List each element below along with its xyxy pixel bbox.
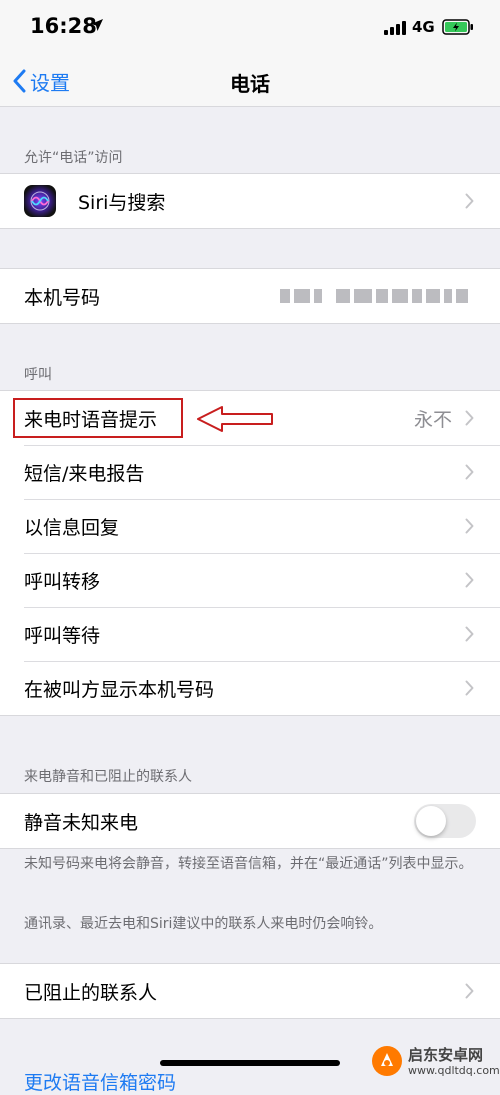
chevron-right-icon (465, 572, 474, 588)
siri-icon (24, 185, 56, 217)
announce-calls-value: 永不 (413, 408, 452, 431)
call-forwarding-label: 呼叫转移 (24, 570, 101, 593)
section-header-calls: 呼叫 (24, 367, 52, 383)
battery-charging-icon (442, 19, 473, 35)
silence-unknown-row: 静音未知来电 (0, 794, 500, 848)
call-waiting-row[interactable]: 呼叫等待 (0, 607, 500, 661)
group-blocked: 已阻止的联系人 (0, 963, 500, 1019)
silence-footnote-1: 未知号码来电将会静音，转接至语音信箱，并在“最近通话”列表中显示。 (24, 856, 473, 872)
chevron-right-icon (465, 464, 474, 480)
status-bar: 16:28 4G (0, 0, 500, 56)
blocked-contacts-row[interactable]: 已阻止的联系人 (0, 964, 500, 1018)
chevron-right-icon (465, 193, 474, 209)
watermark-logo-icon (372, 1046, 402, 1076)
location-arrow-icon (91, 19, 103, 31)
chevron-right-icon (465, 518, 474, 534)
show-caller-id-label: 在被叫方显示本机号码 (24, 678, 215, 701)
chevron-right-icon (465, 626, 474, 642)
chevron-right-icon (465, 410, 474, 426)
navigation-bar: 设置 电话 (0, 56, 500, 107)
chevron-right-icon (465, 680, 474, 696)
blocked-contacts-label: 已阻止的联系人 (24, 981, 158, 1004)
toggle-knob (416, 806, 446, 836)
chevron-right-icon (465, 983, 474, 999)
group-calls: 来电时语音提示 永不 短信/来电报告 以信息回复 呼叫转移 呼叫等待 在被叫方显… (0, 390, 500, 716)
annotation-highlight-box (13, 398, 183, 438)
siri-search-label: Siri与搜索 (78, 191, 166, 214)
silence-footnote-2: 通讯录、最近去电和Siri建议中的联系人来电时仍会响铃。 (24, 916, 383, 932)
show-caller-id-row[interactable]: 在被叫方显示本机号码 (0, 661, 500, 715)
respond-with-text-row[interactable]: 以信息回复 (0, 499, 500, 553)
silence-unknown-toggle[interactable] (414, 804, 476, 838)
silence-unknown-label: 静音未知来电 (24, 811, 139, 834)
change-voicemail-password-link[interactable]: 更改语音信箱密码 (24, 1068, 176, 1095)
page-title: 电话 (230, 72, 270, 96)
group-silence: 静音未知来电 (0, 793, 500, 849)
call-forwarding-row[interactable]: 呼叫转移 (0, 553, 500, 607)
network-type: 4G (412, 18, 435, 36)
home-indicator[interactable] (160, 1060, 340, 1066)
masked-phone-number (280, 287, 470, 305)
status-time: 16:28 (30, 14, 97, 38)
sms-call-report-row[interactable]: 短信/来电报告 (0, 445, 500, 499)
siri-search-row[interactable]: Siri与搜索 (0, 174, 500, 228)
cellular-signal-icon (384, 21, 406, 35)
annotation-arrow-icon (197, 406, 273, 432)
group-allow-access: Siri与搜索 (0, 173, 500, 229)
watermark: 启东安卓网 www.qdltdq.com (370, 1044, 500, 1078)
watermark-name: 启东安卓网 (408, 1045, 484, 1064)
my-number-row[interactable]: 本机号码 (0, 269, 500, 323)
respond-with-text-label: 以信息回复 (24, 516, 120, 539)
call-waiting-label: 呼叫等待 (24, 624, 101, 647)
sms-call-report-label: 短信/来电报告 (24, 462, 145, 485)
group-my-number: 本机号码 (0, 268, 500, 324)
watermark-url: www.qdltdq.com (408, 1063, 500, 1077)
section-header-allow-access: 允许“电话”访问 (24, 150, 123, 166)
section-header-silence: 来电静音和已阻止的联系人 (24, 769, 192, 785)
my-number-label: 本机号码 (24, 286, 101, 309)
